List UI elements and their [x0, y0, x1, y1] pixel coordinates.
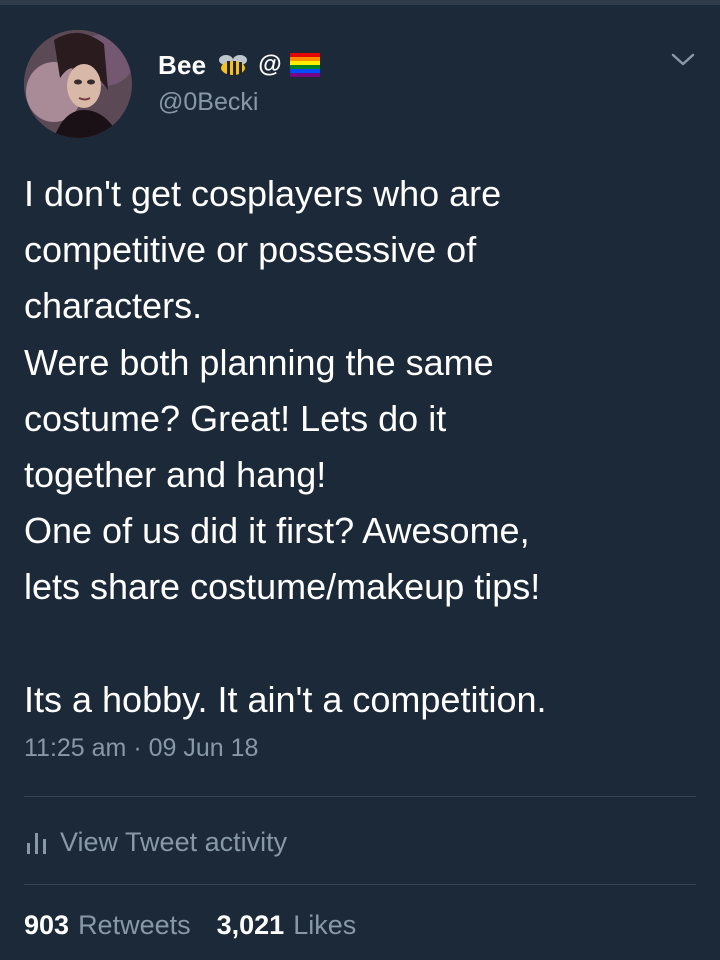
avatar-image — [24, 30, 132, 138]
name-row: Bee @ — [158, 46, 320, 84]
chevron-down-icon[interactable] — [670, 50, 696, 70]
bar-chart-icon — [27, 833, 46, 854]
likes-label[interactable]: Likes — [293, 910, 356, 941]
tweet-stats: 903 Retweets 3,021 Likes — [24, 910, 382, 941]
at-symbol: @ — [258, 51, 282, 78]
display-name[interactable]: Bee — [158, 50, 206, 81]
view-tweet-activity-link[interactable]: View Tweet activity — [24, 822, 287, 862]
divider — [24, 884, 696, 885]
divider — [24, 796, 696, 797]
tweet-timestamp: 11:25 am · 09 Jun 18 — [24, 734, 258, 763]
tweet-text: I don't get cosplayers who are competiti… — [24, 173, 547, 720]
bee-emoji-icon — [219, 55, 248, 75]
retweets-count[interactable]: 903 — [24, 910, 69, 941]
avatar[interactable] — [24, 30, 132, 138]
tweet-header: Bee @ @0Becki — [24, 30, 696, 140]
view-tweet-activity-label: View Tweet activity — [60, 826, 288, 857]
rainbow-flag-icon — [289, 53, 320, 77]
top-edge-bar — [0, 0, 720, 5]
timestamp-separator: · — [133, 734, 142, 762]
user-handle[interactable]: @0Becki — [158, 88, 258, 117]
tweet-date: 09 Jun 18 — [148, 734, 259, 762]
likes-count[interactable]: 3,021 — [217, 910, 285, 941]
tweet-time: 11:25 am — [24, 734, 127, 762]
retweets-label[interactable]: Retweets — [78, 910, 191, 941]
